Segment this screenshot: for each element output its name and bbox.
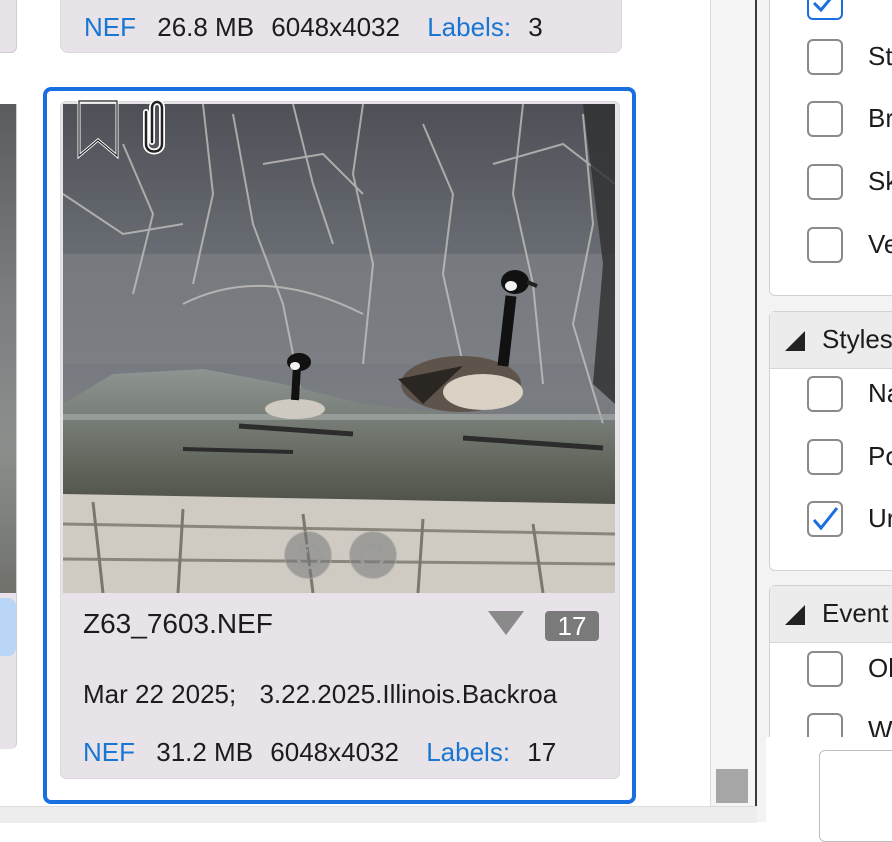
left-card-partial-top[interactable] (0, 0, 17, 53)
styles-label-1[interactable]: Po (868, 441, 892, 472)
file-size: 31.2 MB (156, 737, 254, 767)
group1-label-1[interactable]: Br (868, 103, 892, 134)
top-card-meta: NEF 26.8 MB 6048x4032 Labels: 3 (84, 12, 543, 43)
grid-scrollbar-track[interactable] (710, 0, 755, 806)
filename: Z63_7603.NEF (83, 608, 273, 639)
photo-thumbnail[interactable] (63, 104, 615, 593)
left-card-selection-tab (0, 598, 16, 656)
photo-date: Mar 22 2025; (83, 679, 237, 709)
rotate-left-icon[interactable] (284, 531, 332, 579)
styles-label-0[interactable]: Na (868, 378, 892, 409)
group1-checkbox-1[interactable] (807, 101, 843, 137)
styles-collapse-icon[interactable] (785, 331, 805, 351)
top-card[interactable]: NEF 26.8 MB 6048x4032 Labels: 3 (60, 0, 622, 53)
event-collapse-icon[interactable] (785, 605, 805, 625)
panel-footer-button[interactable] (819, 750, 892, 842)
event-label-0[interactable]: Ob (868, 653, 892, 684)
dropdown-triangle-icon[interactable] (488, 611, 524, 635)
geese-photo (63, 104, 615, 593)
labels-link[interactable]: Labels: (426, 737, 510, 767)
grid-scrollbar-thumb[interactable] (716, 769, 748, 803)
event-checkbox-0[interactable] (807, 651, 843, 687)
group1-label-0[interactable]: St (868, 41, 892, 72)
image-dimensions: 6048x4032 (270, 737, 399, 767)
labels-count: 17 (527, 737, 557, 767)
top-card-dimensions: 6048x4032 (271, 12, 400, 42)
paperclip-icon[interactable] (136, 98, 172, 160)
album-name[interactable]: 3.22.2025.Illinois.Backroa (259, 679, 557, 709)
rotate-right-icon[interactable] (349, 531, 397, 579)
group1-label-3[interactable]: Ve (868, 229, 892, 260)
top-card-size: 26.8 MB (157, 12, 255, 42)
bottom-scrollbar-track[interactable] (0, 806, 757, 823)
group1-label-2[interactable]: Sk (868, 166, 892, 197)
bookmark-icon[interactable] (76, 98, 120, 160)
styles-title[interactable]: Styles (822, 324, 892, 355)
styles-checkbox-2[interactable] (807, 501, 843, 537)
group1-checkbox-0[interactable] (807, 39, 843, 75)
left-card-partial[interactable] (0, 104, 17, 749)
group1-checkbox-2[interactable] (807, 164, 843, 200)
left-card-photo-slice (0, 104, 16, 593)
group1-checkbox-3[interactable] (807, 227, 843, 263)
top-card-labels-count: 3 (528, 12, 543, 42)
selected-card-meta: NEF 31.2 MB 6048x4032 Labels: 17 (83, 737, 556, 768)
styles-label-2[interactable]: Ur (868, 503, 892, 534)
checkbox-checked-partial[interactable] (807, 0, 843, 20)
label-count-badge-text: 17 (557, 611, 587, 641)
styles-checkbox-0[interactable] (807, 376, 843, 412)
date-album-line: Mar 22 2025; 3.22.2025.Illinois.Backroa (83, 679, 557, 710)
format-link[interactable]: NEF (83, 737, 135, 767)
top-card-format[interactable]: NEF (84, 12, 136, 42)
event-title[interactable]: Event (822, 598, 889, 629)
top-card-labels-link[interactable]: Labels: (427, 12, 511, 42)
styles-checkbox-1[interactable] (807, 439, 843, 475)
